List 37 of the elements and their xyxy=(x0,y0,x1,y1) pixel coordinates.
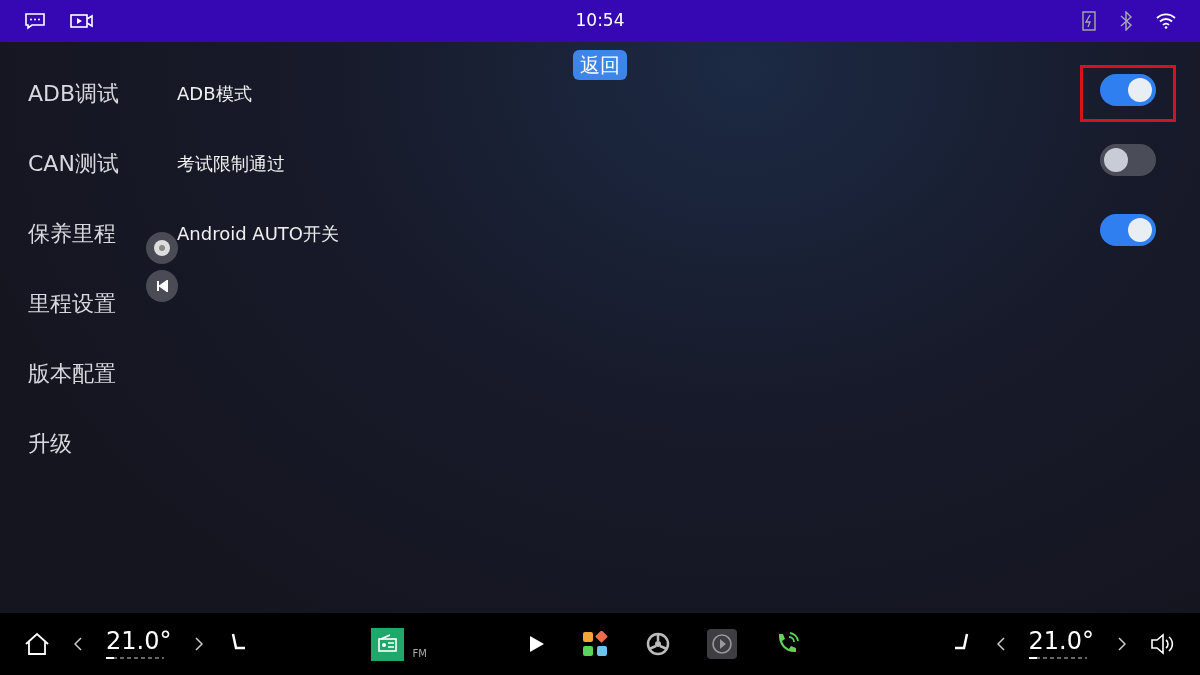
setting-label: Android AUTO开关 xyxy=(177,221,339,246)
home-icon[interactable] xyxy=(24,632,50,656)
chevron-left-icon[interactable] xyxy=(74,637,82,651)
apps-icon[interactable] xyxy=(581,631,608,657)
wifi-icon xyxy=(1156,13,1176,29)
toggle-switch[interactable] xyxy=(1100,213,1156,246)
setting-label: 考试限制通过 xyxy=(177,151,285,176)
toggle-switch[interactable] xyxy=(1100,73,1156,106)
chevron-left-icon[interactable] xyxy=(996,637,1005,651)
sidebar-item[interactable]: ADB调试 xyxy=(28,76,120,110)
sidebar-item[interactable]: CAN测试 xyxy=(28,146,119,180)
back-button[interactable]: 返回 xyxy=(573,50,627,80)
radio-band-label: FM xyxy=(412,646,427,661)
toggle-switch[interactable] xyxy=(1100,143,1156,176)
media-player-icon[interactable] xyxy=(707,629,738,659)
floating-record-button[interactable] xyxy=(146,232,178,264)
charging-icon xyxy=(1082,11,1096,31)
bluetooth-icon xyxy=(1120,11,1132,31)
radio-icon[interactable] xyxy=(371,627,405,661)
sidebar-item[interactable]: 升级 xyxy=(28,426,72,460)
disc-icon xyxy=(153,239,171,257)
temperature-control[interactable]: 21.0° xyxy=(1028,629,1094,659)
play-icon[interactable] xyxy=(529,635,546,653)
skip-back-icon xyxy=(156,280,168,292)
sidebar-item[interactable]: 里程设置 xyxy=(28,286,116,320)
floating-collapse-button[interactable] xyxy=(146,270,178,302)
sidebar-item[interactable]: 版本配置 xyxy=(28,356,116,390)
message-icon[interactable] xyxy=(24,12,46,30)
sidebar-item[interactable]: 保养里程 xyxy=(28,216,116,250)
steering-wheel-icon[interactable] xyxy=(644,631,671,657)
setting-label: ADB模式 xyxy=(177,81,252,106)
temperature-control[interactable]: 21.0° xyxy=(106,629,172,659)
video-icon[interactable] xyxy=(70,13,94,29)
chevron-right-icon[interactable] xyxy=(195,637,204,651)
volume-icon[interactable] xyxy=(1150,633,1176,655)
chevron-right-icon[interactable] xyxy=(1118,637,1126,651)
clock-time: 10:54 xyxy=(575,10,625,31)
